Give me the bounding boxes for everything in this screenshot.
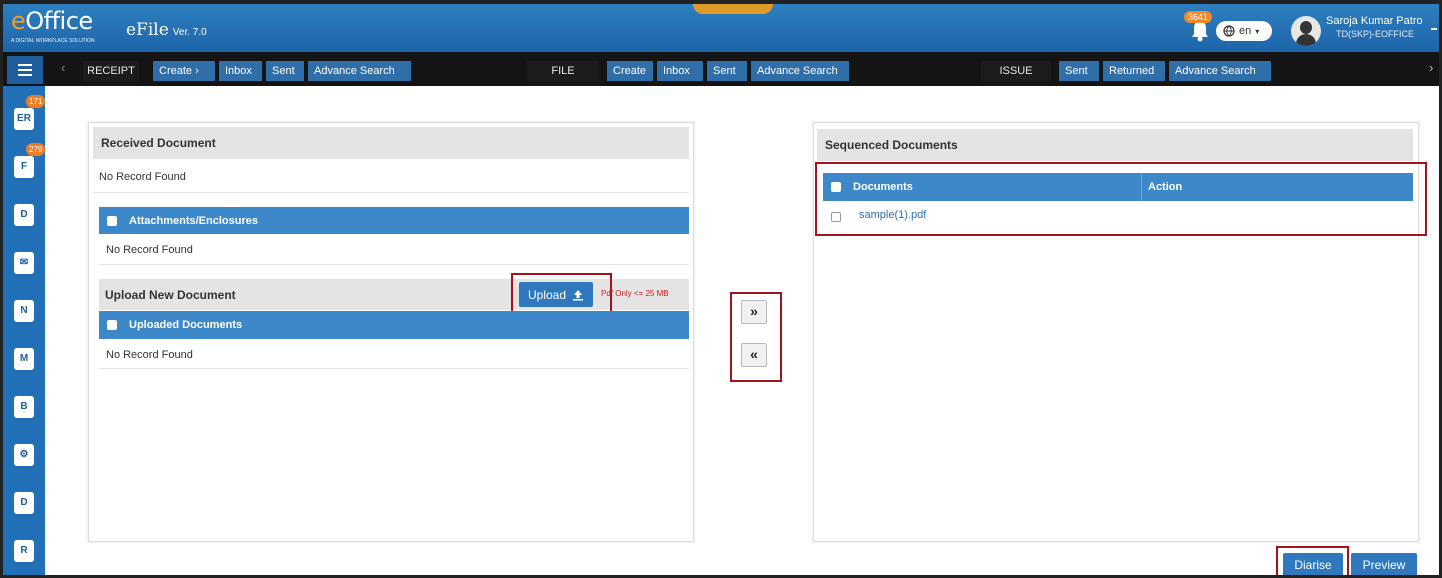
- report-icon[interactable]: R: [14, 540, 34, 562]
- settings-icon[interactable]: ⚙: [14, 444, 34, 466]
- user-name[interactable]: Saroja Kumar Patro: [1326, 15, 1423, 27]
- move-right-button[interactable]: »: [741, 300, 767, 324]
- sequenced-select-all-checkbox[interactable]: [831, 182, 841, 192]
- move-left-button[interactable]: «: [741, 343, 767, 367]
- dak-mail-glyph: D: [20, 209, 28, 220]
- report-glyph: R: [20, 545, 28, 556]
- preview-button[interactable]: Preview: [1351, 553, 1417, 575]
- uploaded-select-all-checkbox[interactable]: [107, 320, 117, 330]
- menu-receipt-label: RECEIPT: [83, 61, 139, 81]
- menu-issue-advance-search[interactable]: Advance Search: [1169, 61, 1271, 81]
- menu-file-sent[interactable]: Sent: [707, 61, 747, 81]
- app-version: Ver. 7.0: [172, 27, 207, 38]
- user-role: TD(SKP)-EOFFICE: [1336, 29, 1414, 39]
- language-value: en: [1239, 25, 1252, 37]
- attachments-header-label: Attachments/Enclosures: [129, 214, 258, 227]
- menu-receipt-inbox[interactable]: Inbox: [219, 61, 262, 81]
- logo-wordmark: eOffice: [11, 7, 93, 35]
- top-pull-tab[interactable]: [693, 4, 773, 14]
- attachments-select-all-checkbox[interactable]: [107, 215, 117, 226]
- received-document-title: Received Document: [93, 127, 689, 159]
- notification-count-badge[interactable]: 3641: [1184, 11, 1213, 23]
- dispatch-icon[interactable]: ✉: [14, 252, 34, 274]
- notice-icon[interactable]: N: [14, 300, 34, 322]
- menu-scroll-left-icon[interactable]: ‹: [61, 60, 65, 75]
- top-header: eOffice A DIGITAL WORKPLACE SOLUTION eFi…: [3, 4, 1439, 52]
- menu-file-inbox[interactable]: Inbox: [657, 61, 703, 81]
- document-row-checkbox[interactable]: [831, 212, 841, 222]
- dispatch-glyph: ✉: [19, 257, 29, 268]
- chevron-right-icon: ›: [195, 65, 199, 77]
- attachments-table-header: Attachments/Enclosures: [99, 207, 689, 234]
- logo-e: e: [11, 7, 26, 35]
- row-divider: [93, 192, 689, 193]
- file-register-icon[interactable]: F: [14, 156, 34, 178]
- row-divider: [99, 264, 689, 265]
- menu-file-advance-search[interactable]: Advance Search: [751, 61, 849, 81]
- notice-glyph: N: [20, 305, 28, 316]
- app-window: eOffice A DIGITAL WORKPLACE SOLUTION eFi…: [0, 0, 1442, 578]
- menu-receipt-create-label: Create: [159, 65, 193, 77]
- menu-issue-label: ISSUE: [981, 61, 1051, 81]
- menu-scroll-right-icon[interactable]: ›: [1429, 60, 1433, 75]
- receipt-register-glyph: ER: [17, 113, 31, 124]
- col-header-documents: Documents: [853, 181, 913, 193]
- document-link[interactable]: sample(1).pdf: [859, 209, 926, 221]
- uploaded-documents-header: Uploaded Documents: [99, 311, 689, 339]
- app-name: eFile Ver. 7.0: [126, 20, 207, 40]
- received-empty-text: No Record Found: [99, 171, 186, 183]
- menu-receipt-create[interactable]: Create ›: [153, 61, 215, 81]
- receipt-register-icon[interactable]: ER: [14, 108, 34, 130]
- menu-file-label: FILE: [527, 61, 599, 81]
- movement-icon[interactable]: M: [14, 348, 34, 370]
- dak-mail-icon[interactable]: D: [14, 204, 34, 226]
- app-name-text: eFile: [126, 20, 169, 40]
- movement-glyph: M: [19, 353, 29, 364]
- sequenced-documents-title: Sequenced Documents: [817, 129, 1413, 161]
- row-divider: [99, 368, 689, 369]
- barcode-icon[interactable]: B: [14, 396, 34, 418]
- chevron-down-icon: ▾: [1255, 26, 1260, 36]
- col-header-action: Action: [1141, 173, 1182, 201]
- language-selector[interactable]: en ▾: [1216, 21, 1272, 41]
- uploaded-header-label: Uploaded Documents: [129, 319, 243, 331]
- left-sidebar: ER 171 F 279 D ✉ N M B ⚙ D R: [3, 86, 46, 575]
- menu-issue-returned[interactable]: Returned: [1103, 61, 1165, 81]
- user-avatar[interactable]: [1291, 16, 1321, 46]
- document-icon[interactable]: D: [14, 492, 34, 514]
- diarise-button[interactable]: Diarise: [1283, 553, 1343, 575]
- hamburger-menu-icon[interactable]: [7, 56, 43, 84]
- receipt-register-badge: 171: [26, 95, 46, 108]
- uploaded-empty-text: No Record Found: [106, 349, 193, 361]
- globe-icon: [1223, 25, 1235, 37]
- attachments-empty-text: No Record Found: [106, 244, 193, 256]
- settings-glyph: ⚙: [19, 449, 29, 460]
- menu-receipt-advance-search[interactable]: Advance Search: [308, 61, 411, 81]
- menu-file-create[interactable]: Create: [607, 61, 653, 81]
- barcode-glyph: B: [20, 401, 28, 412]
- logo-tagline: A DIGITAL WORKPLACE SOLUTION: [11, 38, 95, 44]
- menu-receipt-sent[interactable]: Sent: [266, 61, 304, 81]
- upload-highlight-box: [511, 273, 612, 315]
- upload-size-note: Pdf Only <= 25 MB: [601, 289, 669, 298]
- logo-rest: Office: [25, 7, 93, 35]
- menu-issue-sent[interactable]: Sent: [1059, 61, 1099, 81]
- file-register-badge: 279: [26, 143, 46, 156]
- header-collapse-icon[interactable]: [1431, 28, 1437, 30]
- sequenced-table-header: Documents Action: [823, 173, 1413, 201]
- file-register-glyph: F: [20, 161, 28, 172]
- document-glyph: D: [20, 497, 28, 508]
